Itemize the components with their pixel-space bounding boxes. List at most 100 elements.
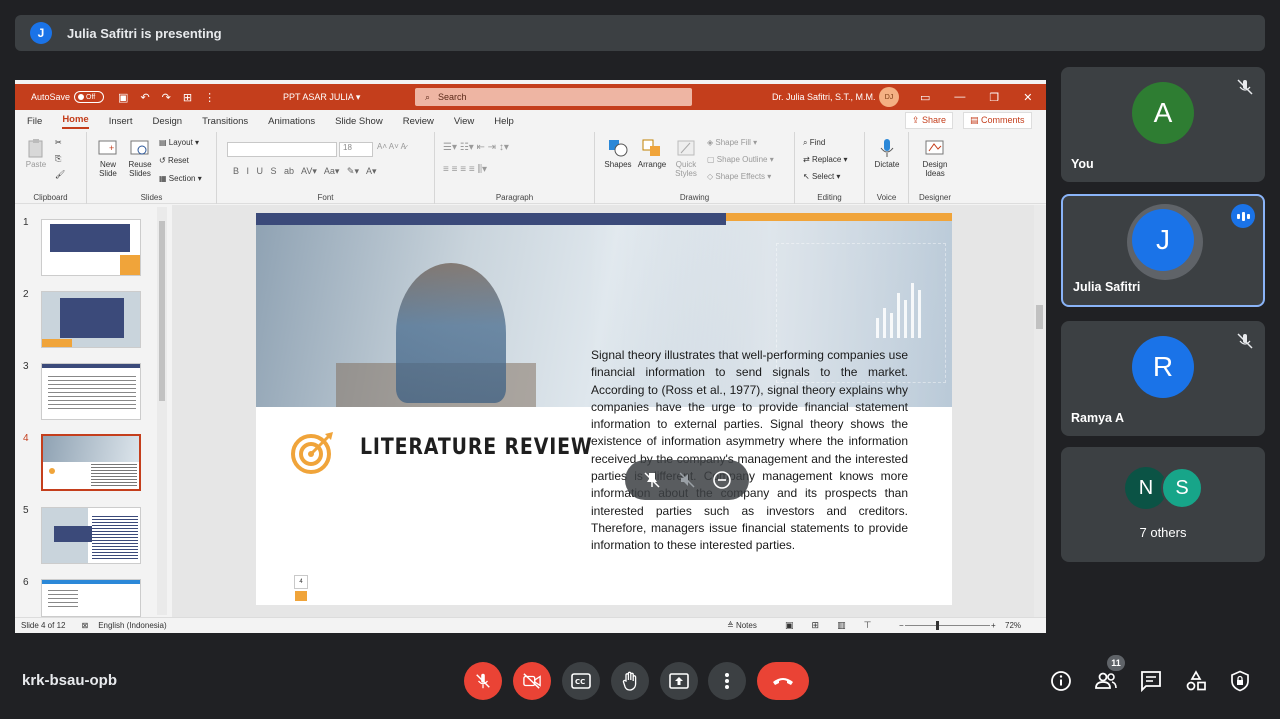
document-title[interactable]: PPT ASAR JULIA ▾ bbox=[283, 92, 360, 103]
format-painter-icon[interactable]: 🖌 bbox=[55, 170, 65, 179]
drawing-group: Shapes Arrange Quick Styles ◈ Shape Fill… bbox=[595, 132, 795, 204]
canvas-scrollbar[interactable] bbox=[1034, 205, 1046, 617]
slide-thumbnail-4[interactable] bbox=[41, 434, 141, 491]
people-button[interactable] bbox=[1094, 669, 1118, 693]
normal-view-icon[interactable]: ▣ bbox=[785, 620, 794, 631]
autosave-toggle[interactable]: Off bbox=[74, 91, 105, 103]
share-button[interactable]: ⇪ Share bbox=[905, 112, 954, 129]
reuse-slides-icon bbox=[130, 140, 149, 155]
slide-thumbnail-2[interactable] bbox=[41, 291, 141, 348]
tab-insert[interactable]: Insert bbox=[109, 116, 133, 127]
shape-effects-button[interactable]: ◇ Shape Effects ▾ bbox=[707, 172, 771, 181]
copy-icon[interactable]: ⎘ bbox=[55, 154, 61, 164]
zoom-slider-thumb[interactable] bbox=[936, 621, 939, 630]
tab-file[interactable]: File bbox=[27, 116, 42, 127]
thumbnails-scrollbar[interactable] bbox=[157, 207, 167, 615]
mic-toggle-button[interactable] bbox=[464, 662, 502, 700]
mute-tab-icon[interactable] bbox=[676, 469, 698, 491]
notes-button[interactable]: ≜ Notes bbox=[727, 621, 757, 630]
presenting-banner: J Julia Safitri is presenting bbox=[15, 15, 1265, 51]
quick-styles-icon bbox=[677, 140, 695, 156]
shapes-button[interactable]: Shapes bbox=[601, 138, 635, 169]
tab-view[interactable]: View bbox=[454, 116, 474, 127]
slideshow-view-icon[interactable]: ⊤ bbox=[864, 620, 872, 631]
participant-tile-ramya[interactable]: R Ramya A bbox=[1061, 321, 1265, 436]
slide-body-text[interactable]: Signal theory illustrates that well-perf… bbox=[591, 347, 908, 555]
slide-thumbnail-3[interactable] bbox=[41, 363, 141, 420]
tab-design[interactable]: Design bbox=[152, 116, 182, 127]
restore-icon[interactable]: ❐ bbox=[989, 91, 999, 104]
save-icon[interactable]: ▣ bbox=[118, 91, 128, 104]
present-icon[interactable]: ⊞ bbox=[183, 91, 192, 104]
select-button[interactable]: ↖ Select ▾ bbox=[803, 172, 840, 181]
captions-button[interactable]: CC bbox=[562, 662, 600, 700]
font-format-buttons[interactable]: B I U S ab AV▾ Aa▾ ✎▾ A▾ bbox=[233, 166, 377, 177]
font-size-controls[interactable]: A˄ A˅ A̷ bbox=[377, 142, 406, 151]
font-size-select[interactable]: 18 bbox=[339, 142, 373, 157]
tab-home[interactable]: Home bbox=[62, 114, 89, 129]
accessibility-icon[interactable]: ⊠ bbox=[81, 621, 88, 630]
language-status[interactable]: English (Indonesia) bbox=[98, 621, 166, 630]
participant-tile-julia[interactable]: J Julia Safitri bbox=[1061, 194, 1265, 307]
redo-icon[interactable]: ↷ bbox=[162, 91, 171, 104]
slide-thumbnail-1[interactable] bbox=[41, 219, 141, 276]
slide-thumbnail-5[interactable] bbox=[41, 507, 141, 564]
activities-button[interactable] bbox=[1184, 669, 1208, 693]
raise-hand-button[interactable] bbox=[611, 662, 649, 700]
zoom-out-button[interactable]: − bbox=[899, 621, 904, 630]
customize-qat-icon[interactable]: ⋮ bbox=[204, 91, 215, 104]
close-icon[interactable]: ✕ bbox=[1023, 91, 1032, 104]
tab-animations[interactable]: Animations bbox=[268, 116, 315, 127]
chat-button[interactable] bbox=[1139, 669, 1163, 693]
minimize-presenter-icon[interactable] bbox=[711, 469, 733, 491]
tab-help[interactable]: Help bbox=[494, 116, 514, 127]
tab-transitions[interactable]: Transitions bbox=[202, 116, 248, 127]
chat-icon bbox=[1141, 671, 1161, 692]
account-name[interactable]: Dr. Julia Safitri, S.T., M.M. bbox=[772, 92, 876, 102]
shape-fill-button[interactable]: ◈ Shape Fill ▾ bbox=[707, 138, 757, 147]
align-buttons[interactable]: ≡ ≡ ≡ ≡ ⫼▾ bbox=[443, 164, 487, 175]
pin-off-icon[interactable] bbox=[641, 469, 663, 491]
ribbon-display-icon[interactable]: ▭ bbox=[920, 91, 930, 104]
font-group: 18 A˄ A˅ A̷ B I U S ab AV▾ Aa▾ ✎▾ A▾ Fon… bbox=[217, 132, 435, 204]
search-input[interactable]: ⌕ Search bbox=[415, 88, 692, 106]
new-slide-button[interactable]: + New Slide bbox=[93, 138, 123, 178]
design-ideas-button[interactable]: Design Ideas bbox=[913, 138, 957, 178]
zoom-level[interactable]: 72% bbox=[1005, 621, 1021, 630]
layout-button[interactable]: ▤ Layout ▾ bbox=[159, 138, 199, 147]
tab-review[interactable]: Review bbox=[403, 116, 434, 127]
participant-tile-you[interactable]: A You bbox=[1061, 67, 1265, 182]
participant-tile-others[interactable]: N S 7 others bbox=[1061, 447, 1265, 562]
tab-slide-show[interactable]: Slide Show bbox=[335, 116, 383, 127]
slide-title[interactable]: LITERATURE REVIEW bbox=[360, 435, 593, 460]
slide-thumbnail-6[interactable] bbox=[41, 579, 141, 617]
zoom-in-button[interactable]: + bbox=[991, 621, 996, 630]
comments-button[interactable]: ▤ Comments bbox=[963, 112, 1032, 129]
host-controls-button[interactable] bbox=[1228, 669, 1252, 693]
quick-styles-button[interactable]: Quick Styles bbox=[669, 138, 703, 178]
reset-button[interactable]: ↺ Reset bbox=[159, 156, 189, 165]
dictate-button[interactable]: Dictate bbox=[869, 138, 905, 169]
minimize-icon[interactable]: — bbox=[954, 91, 965, 104]
undo-icon[interactable]: ↶ bbox=[140, 91, 149, 104]
cut-icon[interactable]: ✂ bbox=[55, 138, 62, 147]
replace-button[interactable]: ⇄ Replace ▾ bbox=[803, 155, 848, 164]
more-options-button[interactable] bbox=[708, 662, 746, 700]
present-now-button[interactable] bbox=[660, 662, 698, 700]
arrange-button[interactable]: Arrange bbox=[635, 138, 669, 169]
section-button[interactable]: ▦ Section ▾ bbox=[159, 174, 202, 183]
leave-call-button[interactable] bbox=[757, 662, 809, 700]
current-slide[interactable]: LITERATURE REVIEW Signal theory illustra… bbox=[256, 213, 952, 605]
find-button[interactable]: ⌕ Find bbox=[803, 138, 825, 148]
reuse-slides-button[interactable]: Reuse Slides bbox=[125, 138, 155, 178]
meeting-details-button[interactable] bbox=[1049, 669, 1073, 693]
font-name-select[interactable] bbox=[227, 142, 337, 157]
account-avatar[interactable]: DJ bbox=[879, 87, 899, 107]
paste-button[interactable]: Paste bbox=[21, 138, 51, 169]
zoom-slider[interactable] bbox=[905, 625, 990, 626]
camera-toggle-button[interactable] bbox=[513, 662, 551, 700]
slide-sorter-icon[interactable]: ⊞ bbox=[812, 620, 820, 631]
shape-outline-button[interactable]: ▢ Shape Outline ▾ bbox=[707, 155, 774, 164]
reading-view-icon[interactable]: ▥ bbox=[837, 620, 846, 631]
list-buttons[interactable]: ☰▾ ☷▾ ⇤ ⇥ ↕▾ bbox=[443, 142, 509, 153]
